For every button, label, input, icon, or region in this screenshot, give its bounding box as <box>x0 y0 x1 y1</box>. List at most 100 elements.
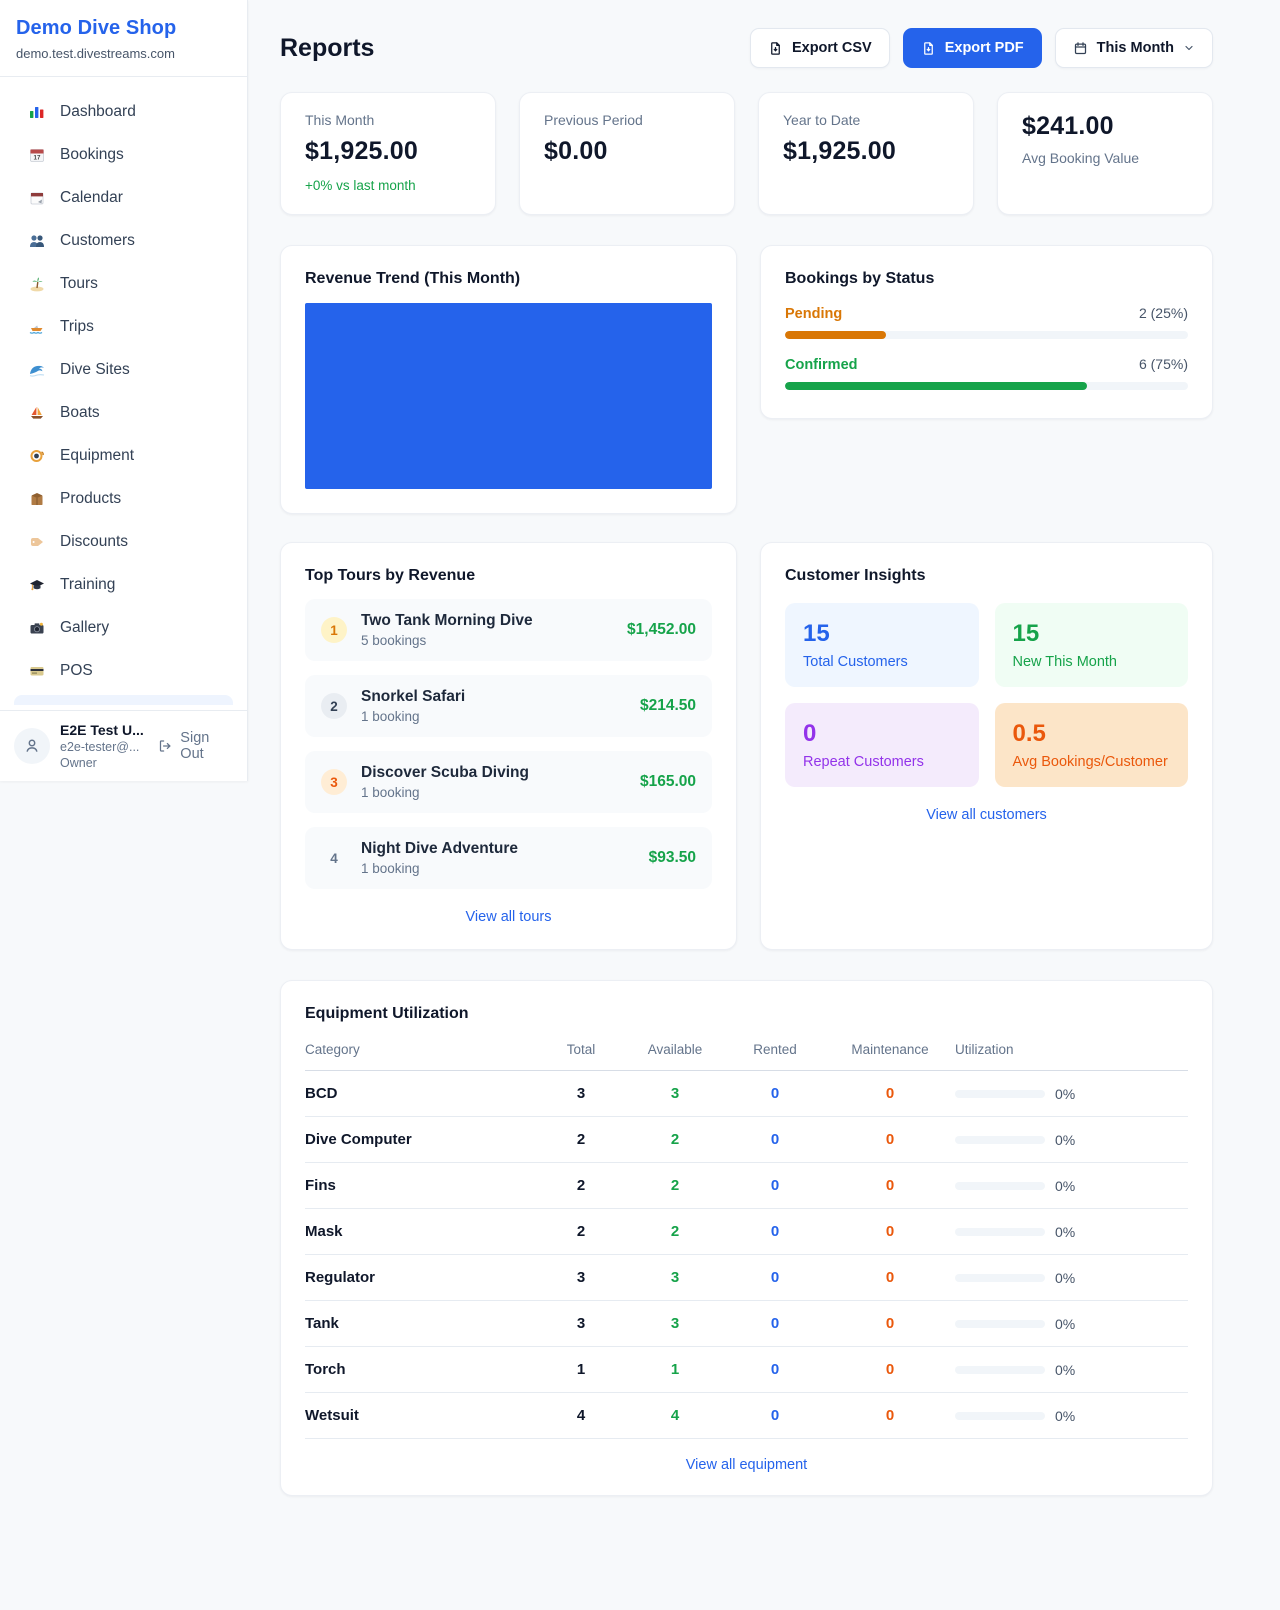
file-download-icon <box>921 41 936 56</box>
sidebar-item-reports-active-partial[interactable] <box>14 695 233 705</box>
sidebar-item-customers[interactable]: Customers <box>14 222 233 260</box>
equipment-rented: 0 <box>725 1315 825 1332</box>
boats-sailboat-icon <box>28 404 46 422</box>
status-label-pending: Pending <box>785 306 842 322</box>
sidebar-item-products[interactable]: Products <box>14 480 233 518</box>
view-all-equipment-link[interactable]: View all equipment <box>305 1457 1188 1473</box>
sidebar-item-tours[interactable]: Tours <box>14 265 233 303</box>
charts-row: Revenue Trend (This Month) Bookings by S… <box>280 245 1213 514</box>
period-select[interactable]: This Month <box>1055 28 1213 68</box>
equipment-total: 2 <box>537 1177 625 1194</box>
insight-value: 15 <box>1013 620 1171 648</box>
tour-row: 3 Discover Scuba Diving1 booking $165.00 <box>305 751 712 813</box>
trips-boat-icon <box>28 318 46 336</box>
stat-card-year-to-date: Year to Date $1,925.00 <box>758 92 974 215</box>
equipment-total: 1 <box>537 1361 625 1378</box>
rank-badge: 2 <box>321 693 347 719</box>
sidebar-item-dive-sites[interactable]: Dive Sites <box>14 351 233 389</box>
insight-label: Avg Bookings/Customer <box>1013 754 1171 770</box>
sidebar-item-equipment[interactable]: Equipment <box>14 437 233 475</box>
sidebar-item-pos[interactable]: POS <box>14 652 233 690</box>
stat-card-previous-period: Previous Period $0.00 <box>519 92 735 215</box>
sidebar-item-calendar[interactable]: Calendar <box>14 179 233 217</box>
file-download-icon <box>768 41 783 56</box>
utilization-percent: 0% <box>1055 1132 1075 1148</box>
tour-name: Night Dive Adventure <box>361 840 518 858</box>
status-bar-fill-confirmed <box>785 382 1087 390</box>
revenue-trend-title: Revenue Trend (This Month) <box>305 270 712 288</box>
insight-value: 15 <box>803 620 961 648</box>
table-row: Wetsuit 4 4 0 0 0% <box>305 1393 1188 1439</box>
sidebar-item-gallery[interactable]: Gallery <box>14 609 233 647</box>
equipment-maintenance: 0 <box>825 1223 955 1240</box>
user-email: e2e-tester@... <box>60 740 148 754</box>
view-all-customers-link[interactable]: View all customers <box>785 807 1188 823</box>
equipment-utilization-title: Equipment Utilization <box>305 1005 1188 1023</box>
export-csv-button[interactable]: Export CSV <box>750 28 890 68</box>
bookings-status-title: Bookings by Status <box>785 270 1188 288</box>
bookings-calendar-icon: 17 <box>28 146 46 164</box>
stat-value: $0.00 <box>544 137 710 166</box>
tour-amount: $214.50 <box>640 697 696 715</box>
equipment-available: 3 <box>625 1315 725 1332</box>
tour-amount: $1,452.00 <box>627 621 696 639</box>
user-icon <box>23 737 41 755</box>
utilization-percent: 0% <box>1055 1316 1075 1332</box>
chevron-down-icon <box>1183 42 1195 54</box>
page-header: Reports Export CSV Export PDF This Month <box>280 28 1213 68</box>
sidebar-item-label: Boats <box>60 404 100 422</box>
tour-bookings-count: 1 booking <box>361 785 529 800</box>
status-bar-track <box>785 382 1188 390</box>
sidebar-item-trips[interactable]: Trips <box>14 308 233 346</box>
equipment-available: 2 <box>625 1131 725 1148</box>
sign-out-button[interactable]: Sign Out <box>158 730 233 762</box>
export-pdf-button[interactable]: Export PDF <box>903 28 1042 68</box>
status-bar-fill-pending <box>785 331 886 339</box>
dashboard-icon <box>28 103 46 121</box>
products-box-icon <box>28 490 46 508</box>
col-header-category: Category <box>305 1042 537 1057</box>
table-row: Tank 3 3 0 0 0% <box>305 1301 1188 1347</box>
equipment-category: Wetsuit <box>305 1407 537 1424</box>
insight-value: 0 <box>803 720 961 748</box>
tour-amount: $93.50 <box>649 849 696 867</box>
status-value-pending: 2 (25%) <box>1139 305 1188 321</box>
rank-badge: 1 <box>321 617 347 643</box>
brand-domain: demo.test.divestreams.com <box>16 46 231 61</box>
insight-label: New This Month <box>1013 654 1171 670</box>
table-row: BCD 3 3 0 0 0% <box>305 1071 1188 1117</box>
equipment-maintenance: 0 <box>825 1407 955 1424</box>
user-meta: E2E Test U... e2e-tester@... Owner <box>60 722 148 770</box>
equipment-table: Category Total Available Rented Maintena… <box>305 1042 1188 1439</box>
gallery-camera-icon <box>28 619 46 637</box>
calendar-icon <box>1073 41 1088 56</box>
utilization-cell: 0% <box>955 1178 1188 1194</box>
revenue-trend-card: Revenue Trend (This Month) <box>280 245 737 514</box>
tour-bookings-count: 5 bookings <box>361 633 533 648</box>
col-header-utilization: Utilization <box>955 1042 1188 1057</box>
table-row: Mask 2 2 0 0 0% <box>305 1209 1188 1255</box>
sidebar-item-discounts[interactable]: Discounts <box>14 523 233 561</box>
stat-label: Year to Date <box>783 112 949 128</box>
equipment-category: Regulator <box>305 1269 537 1286</box>
sidebar-item-label: Products <box>60 490 121 508</box>
top-tours-title: Top Tours by Revenue <box>305 567 712 585</box>
sidebar-item-bookings[interactable]: 17 Bookings <box>14 136 233 174</box>
tour-bookings-count: 1 booking <box>361 709 465 724</box>
stat-card-this-month: This Month $1,925.00 +0% vs last month <box>280 92 496 215</box>
equipment-mask-icon <box>28 447 46 465</box>
utilization-bar-track <box>955 1228 1045 1236</box>
view-all-tours-link[interactable]: View all tours <box>305 909 712 925</box>
sidebar-item-boats[interactable]: Boats <box>14 394 233 432</box>
sidebar-item-label: POS <box>60 662 93 680</box>
avatar <box>14 728 50 764</box>
sidebar-item-training[interactable]: Training <box>14 566 233 604</box>
equipment-total: 3 <box>537 1269 625 1286</box>
sidebar-item-label: Tours <box>60 275 98 293</box>
tours-island-icon <box>28 275 46 293</box>
sidebar-item-dashboard[interactable]: Dashboard <box>14 93 233 131</box>
bookings-status-card: Bookings by Status Pending 2 (25%) Confi… <box>760 245 1213 419</box>
tour-name: Snorkel Safari <box>361 688 465 706</box>
tour-row: 4 Night Dive Adventure1 booking $93.50 <box>305 827 712 889</box>
brand-name[interactable]: Demo Dive Shop <box>16 17 231 40</box>
